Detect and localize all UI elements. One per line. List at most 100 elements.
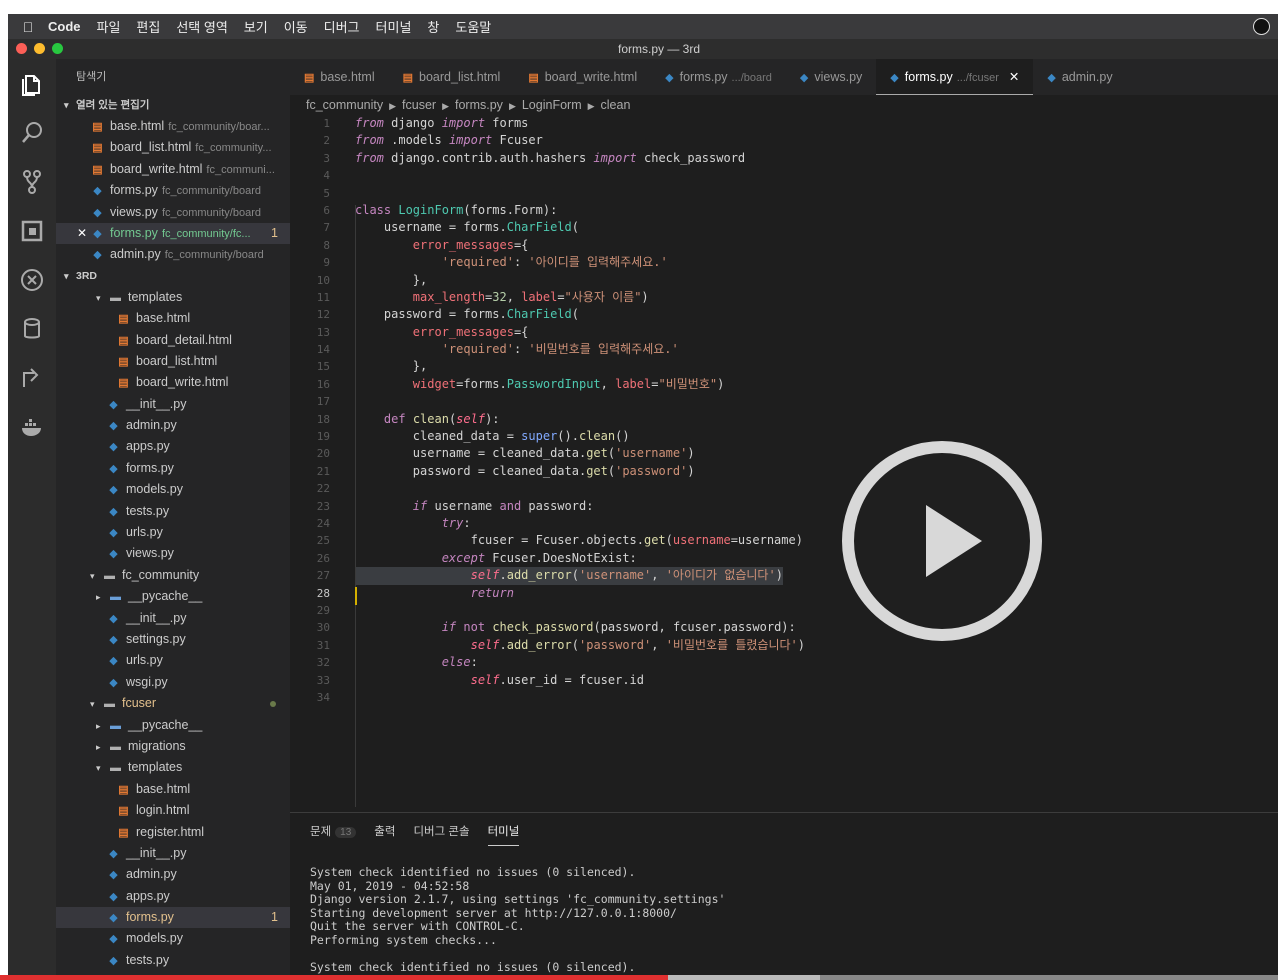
- menu-item[interactable]: 터미널: [376, 17, 412, 36]
- tree-item[interactable]: ◆ apps.py: [56, 436, 290, 457]
- tree-item[interactable]: ▾ ▬ templates: [56, 757, 290, 778]
- tree-item[interactable]: ◆ apps.py: [56, 886, 290, 907]
- menu-app-name[interactable]: Code: [48, 19, 81, 34]
- menu-item[interactable]: 도움말: [455, 17, 491, 36]
- tree-item[interactable]: ▤ base.html: [56, 779, 290, 800]
- apple-icon[interactable]: : [8, 19, 48, 35]
- tree-item[interactable]: ◆ views.py: [56, 543, 290, 564]
- search-button[interactable]: [8, 108, 56, 157]
- tree-item[interactable]: ◆ tests.py: [56, 501, 290, 522]
- open-editor-item[interactable]: ◆ views.py fc_community/board: [56, 202, 290, 223]
- editor-tabs: ▤ base.html ▤ board_list.html ▤ board_write.h…: [290, 59, 1278, 95]
- code-editor[interactable]: 1 from django import forms 2 from .models i…: [290, 115, 1278, 808]
- file-name: models.py: [126, 482, 183, 497]
- text-cursor: [355, 587, 357, 605]
- open-editor-item[interactable]: ✕ ◆ forms.py fc_community/fc... 1: [56, 222, 290, 245]
- database-button[interactable]: [8, 304, 56, 353]
- tree-item[interactable]: ▾ ▬ templates: [56, 287, 290, 308]
- open-editor-item[interactable]: ▤ base.html fc_community/boar...: [56, 116, 290, 137]
- editor-tab[interactable]: ◆ admin.py: [1033, 59, 1126, 95]
- open-editor-item[interactable]: ▤ board_write.html fc_communi...: [56, 159, 290, 180]
- tree-item[interactable]: ◆ __init__.py: [56, 394, 290, 415]
- tree-item[interactable]: ▸ ▬ __pycache__: [56, 586, 290, 607]
- file-name: board_list.html: [110, 140, 192, 155]
- menu-item[interactable]: 선택 영역: [176, 17, 227, 36]
- menu-item[interactable]: 창: [427, 17, 439, 36]
- breadcrumb-item[interactable]: clean: [601, 98, 631, 112]
- video-progress-bar[interactable]: [0, 975, 1278, 980]
- open-editor-item[interactable]: ◆ forms.py fc_community/board: [56, 180, 290, 201]
- menu-item[interactable]: 디버그: [324, 17, 360, 36]
- tree-item[interactable]: ▤ register.html: [56, 822, 290, 843]
- breadcrumb-item[interactable]: fcuser: [402, 98, 436, 112]
- tree-item[interactable]: ▤ board_write.html: [56, 372, 290, 393]
- files-icon: [22, 74, 40, 96]
- open-editor-item[interactable]: ▤ board_list.html fc_community...: [56, 137, 290, 158]
- menu-item[interactable]: 이동: [284, 17, 308, 36]
- terminal-output[interactable]: System check identified no issues (0 sil…: [310, 865, 725, 975]
- explorer-button[interactable]: [8, 59, 56, 108]
- bottom-panel: 문제 13 출력 디버그 콘솔 터미널 System check identified …: [290, 812, 1278, 980]
- tree-item[interactable]: ◆ tests.py: [56, 950, 290, 971]
- tree-item[interactable]: ◆ settings.py: [56, 629, 290, 650]
- tree-item[interactable]: ◆ forms.py: [56, 458, 290, 479]
- tree-item[interactable]: ▸ ▬ migrations: [56, 736, 290, 757]
- line-code: error_messages={: [355, 237, 529, 252]
- source-control-button[interactable]: [8, 157, 56, 206]
- extensions-button[interactable]: [8, 206, 56, 255]
- tree-item[interactable]: ◆ __init__.py: [56, 843, 290, 864]
- open-editor-item[interactable]: ◆ admin.py fc_community/board: [56, 244, 290, 265]
- editor-tab[interactable]: ◆ forms.py .../board: [651, 59, 786, 95]
- panel-tab[interactable]: 출력: [374, 823, 395, 846]
- tree-item[interactable]: ◆ models.py: [56, 928, 290, 949]
- tree-item[interactable]: ◆ urls.py: [56, 650, 290, 671]
- tree-item[interactable]: ▾ ▬ fcuser: [56, 693, 290, 714]
- project-header[interactable]: ▾ 3RD: [56, 266, 290, 287]
- line-code: from .models import Fcuser: [355, 133, 543, 148]
- tree-item[interactable]: ◆ admin.py: [56, 864, 290, 885]
- docker-button[interactable]: [8, 402, 56, 451]
- tree-item[interactable]: ◆ wsgi.py: [56, 672, 290, 693]
- tree-item[interactable]: ◆ models.py: [56, 479, 290, 500]
- menu-item[interactable]: 보기: [244, 17, 268, 36]
- panel-tabs: 문제 13 출력 디버그 콘솔 터미널: [310, 823, 520, 846]
- tree-item[interactable]: ◆ admin.py: [56, 415, 290, 436]
- close-icon[interactable]: ✕: [1009, 70, 1019, 84]
- close-icon[interactable]: ✕: [77, 223, 87, 244]
- editor-tab[interactable]: ◆ views.py: [786, 59, 876, 95]
- editor-tab[interactable]: ▤ board_write.html: [514, 59, 651, 95]
- editor-tab[interactable]: ◆ forms.py .../fcuser ✕: [876, 59, 1034, 95]
- code-line: 33 self.user_id = fcuser.id: [290, 672, 1278, 689]
- tree-item[interactable]: ▤ board_list.html: [56, 351, 290, 372]
- file-name: models.py: [126, 931, 183, 946]
- python-file-icon: ◆: [93, 249, 102, 262]
- menu-item[interactable]: 파일: [97, 17, 121, 36]
- open-editors-header[interactable]: ▾ 열려 있는 편집기: [56, 95, 290, 116]
- tree-item[interactable]: ◆ urls.py: [56, 522, 290, 543]
- menu-item[interactable]: 편집: [136, 17, 160, 36]
- debug-icon: [21, 268, 43, 291]
- python-file-icon: ◆: [109, 847, 118, 860]
- panel-tab[interactable]: 디버그 콘솔: [413, 823, 469, 846]
- file-name: admin.py: [110, 247, 161, 262]
- tree-item[interactable]: ▸ ▬ __pycache__: [56, 715, 290, 736]
- tree-item[interactable]: ◆ __init__.py: [56, 608, 290, 629]
- remote-button[interactable]: [8, 353, 56, 402]
- breadcrumb-item[interactable]: LoginForm: [522, 98, 582, 112]
- play-button[interactable]: [842, 441, 1042, 641]
- tree-item[interactable]: ▤ board_detail.html: [56, 330, 290, 351]
- file-name: tests.py: [126, 503, 170, 518]
- editor-tab[interactable]: ▤ base.html: [290, 59, 389, 95]
- tree-item[interactable]: ▤ base.html: [56, 308, 290, 329]
- tree-item[interactable]: ◆ forms.py 1: [56, 907, 290, 929]
- breadcrumb-item[interactable]: forms.py: [455, 98, 503, 112]
- debug-button[interactable]: [8, 255, 56, 304]
- tree-item[interactable]: ▤ login.html: [56, 800, 290, 821]
- editor-tab[interactable]: ▤ board_list.html: [389, 59, 515, 95]
- panel-tab[interactable]: 터미널: [487, 823, 520, 846]
- panel-tab[interactable]: 문제 13: [310, 823, 357, 846]
- remote-icon: [23, 367, 39, 387]
- status-icon[interactable]: [1253, 18, 1270, 35]
- tree-item[interactable]: ▾ ▬ fc_community: [56, 565, 290, 586]
- breadcrumb-item[interactable]: fc_community: [306, 98, 383, 112]
